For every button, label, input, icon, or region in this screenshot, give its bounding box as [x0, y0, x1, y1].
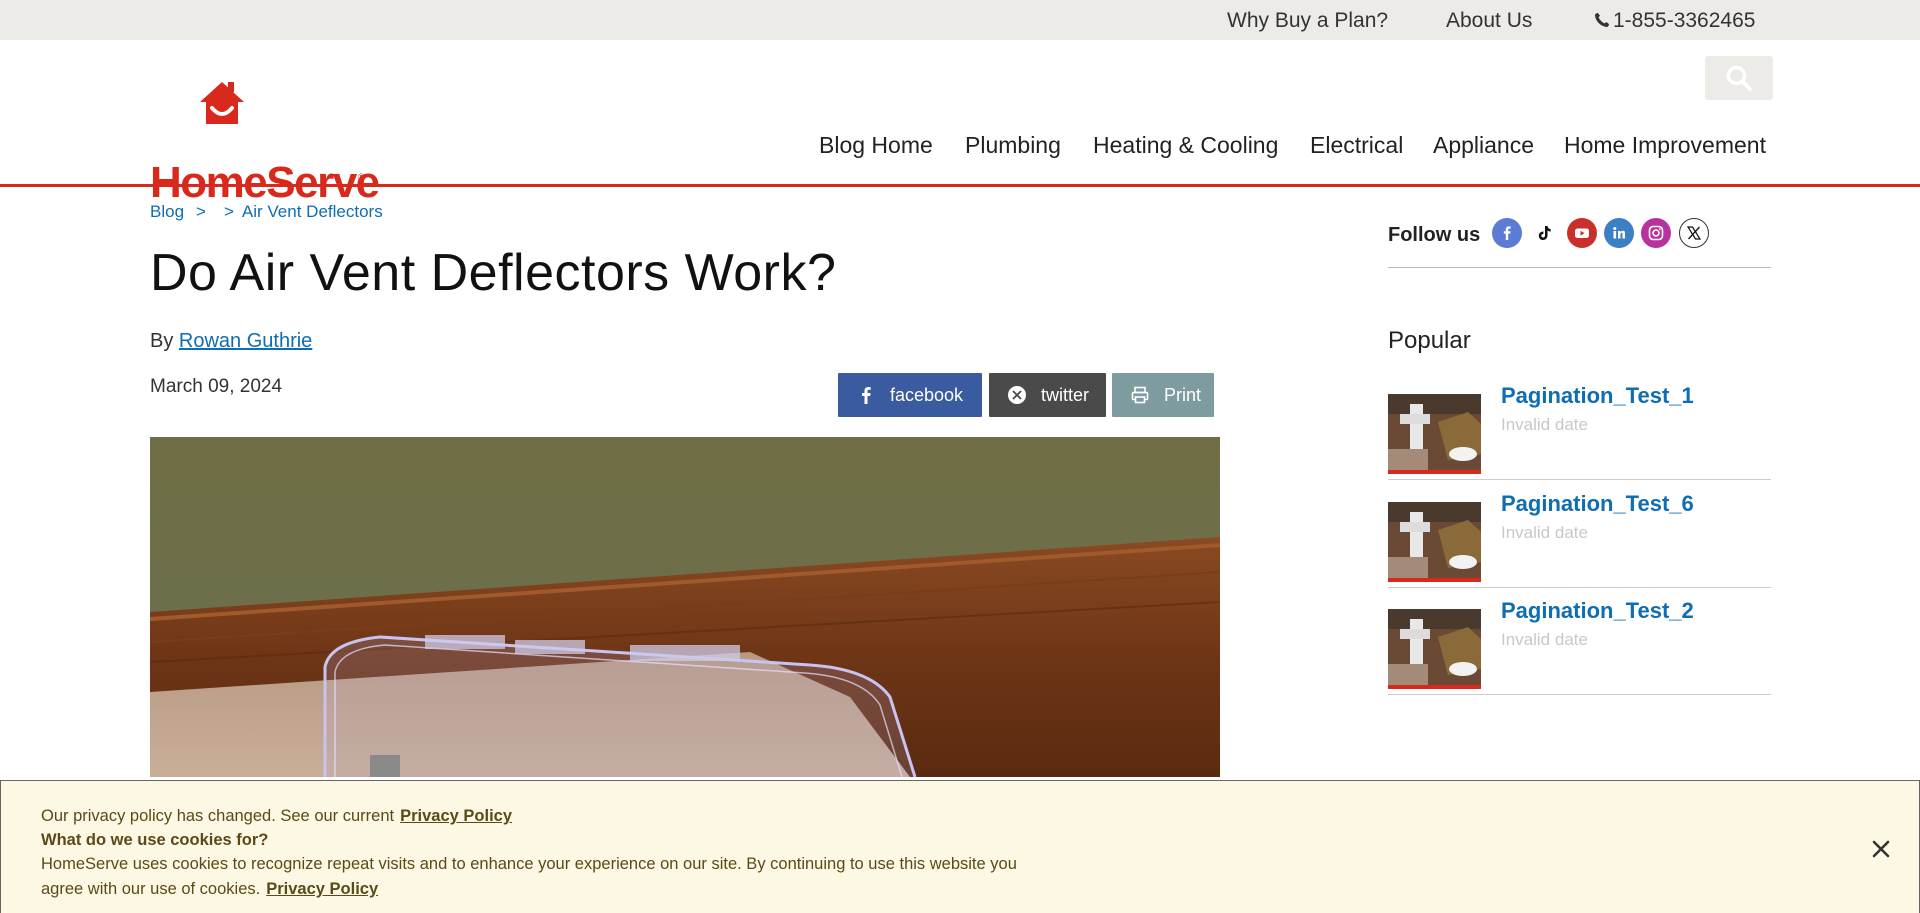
share-twitter-button[interactable]: twitter: [989, 373, 1106, 417]
logo-wordmark: HomeServe: [150, 158, 380, 207]
site-header: HomeServe ® Blog Home Plumbing Heating &…: [0, 40, 1920, 207]
breadcrumb-blog[interactable]: Blog: [150, 202, 184, 221]
print-label: Print: [1164, 384, 1202, 405]
byline: By Rowan Guthrie: [150, 330, 312, 353]
breadcrumb-current[interactable]: Air Vent Deflectors: [242, 202, 383, 221]
nav-appliance[interactable]: Appliance: [1433, 132, 1534, 159]
cookie-close-button[interactable]: [1869, 837, 1893, 861]
linkedin-social-link[interactable]: [1604, 218, 1634, 248]
popular-post-thumbnail[interactable]: [1388, 502, 1481, 582]
popular-post-thumbnail[interactable]: [1388, 609, 1481, 689]
follow-us-label: Follow us: [1388, 224, 1481, 246]
cookie-heading: What do we use cookies for?: [41, 831, 269, 849]
page-title: Do Air Vent Deflectors Work?: [150, 244, 837, 302]
x-icon: [1008, 386, 1026, 404]
print-button[interactable]: Print: [1112, 373, 1214, 417]
youtube-social-link[interactable]: [1567, 218, 1597, 248]
privacy-policy-link[interactable]: Privacy Policy: [266, 880, 378, 898]
phone-number: 1-855-3362465: [1613, 9, 1756, 32]
cookie-banner: Our privacy policy has changed. See our …: [0, 780, 1920, 913]
close-icon: [1872, 840, 1890, 858]
cookie-description: HomeServe uses cookies to recognize repe…: [41, 855, 1017, 873]
instagram-social-link[interactable]: [1641, 218, 1671, 248]
facebook-icon: [862, 387, 871, 404]
tiktok-social-link[interactable]: [1529, 218, 1559, 248]
popular-post-date: Invalid date: [1501, 415, 1588, 434]
breadcrumb: Blog > > Air Vent Deflectors: [150, 202, 383, 222]
phone-link[interactable]: 1-855-3362465: [1594, 0, 1755, 40]
linkedin-icon: [1613, 227, 1625, 239]
popular-heading: Popular: [1388, 327, 1471, 354]
popular-post-thumbnail[interactable]: [1388, 394, 1481, 474]
byline-prefix: By: [150, 330, 174, 352]
about-us-link[interactable]: About Us: [1446, 0, 1532, 40]
cookie-policy-changed-text: Our privacy policy has changed. See our …: [41, 807, 512, 826]
nav-electrical[interactable]: Electrical: [1310, 132, 1403, 159]
popular-post-title[interactable]: Pagination_Test_6: [1501, 491, 1694, 517]
tiktok-icon: [1538, 226, 1551, 240]
cookie-line1-text: Our privacy policy has changed. See our …: [41, 807, 395, 825]
popular-post[interactable]: Pagination_Test_1 Invalid date: [1388, 372, 1771, 480]
why-buy-plan-link[interactable]: Why Buy a Plan?: [1227, 0, 1388, 40]
utility-bar: Why Buy a Plan? About Us 1-855-3362465: [0, 0, 1920, 40]
facebook-social-link[interactable]: [1492, 218, 1522, 248]
nav-plumbing[interactable]: Plumbing: [965, 132, 1061, 159]
nav-blog-home[interactable]: Blog Home: [819, 132, 933, 159]
popular-post-date: Invalid date: [1501, 523, 1588, 542]
youtube-icon: [1575, 228, 1589, 238]
popular-post[interactable]: Pagination_Test_6 Invalid date: [1388, 480, 1771, 588]
cookie-line4-text: agree with our use of cookies.: [41, 880, 261, 898]
popular-post[interactable]: Pagination_Test_2 Invalid date: [1388, 587, 1771, 695]
logo-house-icon: [200, 82, 244, 124]
facebook-icon: [1503, 226, 1511, 240]
cookie-agreement-text: agree with our use of cookies. Privacy Po…: [41, 880, 378, 899]
nav-home-improvement[interactable]: Home Improvement: [1564, 132, 1766, 159]
popular-post-title[interactable]: Pagination_Test_1: [1501, 383, 1694, 409]
phone-icon: [1595, 12, 1610, 27]
search-button[interactable]: [1705, 56, 1773, 100]
popular-post-date: Invalid date: [1501, 630, 1588, 649]
x-social-link[interactable]: [1679, 218, 1709, 248]
logo-registered-mark: ®: [358, 172, 365, 182]
nav-heating-cooling[interactable]: Heating & Cooling: [1093, 132, 1278, 159]
homeserve-logo[interactable]: HomeServe ®: [150, 80, 380, 207]
search-icon: [1726, 65, 1752, 91]
breadcrumb-separator: >: [223, 202, 234, 221]
plumbing-photo-thumbnail: [1388, 394, 1481, 470]
x-icon: [1686, 226, 1702, 240]
privacy-policy-link[interactable]: Privacy Policy: [400, 807, 512, 825]
breadcrumb-separator: >: [196, 202, 206, 221]
share-twitter-label: twitter: [1041, 384, 1090, 405]
follow-us-bar: Follow us: [1388, 218, 1771, 268]
share-facebook-button[interactable]: facebook: [838, 373, 982, 417]
post-date: March 09, 2024: [150, 376, 283, 397]
plumbing-photo-thumbnail: [1388, 502, 1481, 578]
share-facebook-label: facebook: [890, 384, 964, 405]
author-link[interactable]: Rowan Guthrie: [179, 330, 312, 352]
air-vent-deflector-photo: [150, 437, 1220, 777]
print-icon: [1131, 386, 1149, 404]
hero-image: [150, 437, 1220, 777]
popular-post-title[interactable]: Pagination_Test_2: [1501, 598, 1694, 624]
instagram-icon: [1648, 225, 1664, 241]
plumbing-photo-thumbnail: [1388, 609, 1481, 685]
